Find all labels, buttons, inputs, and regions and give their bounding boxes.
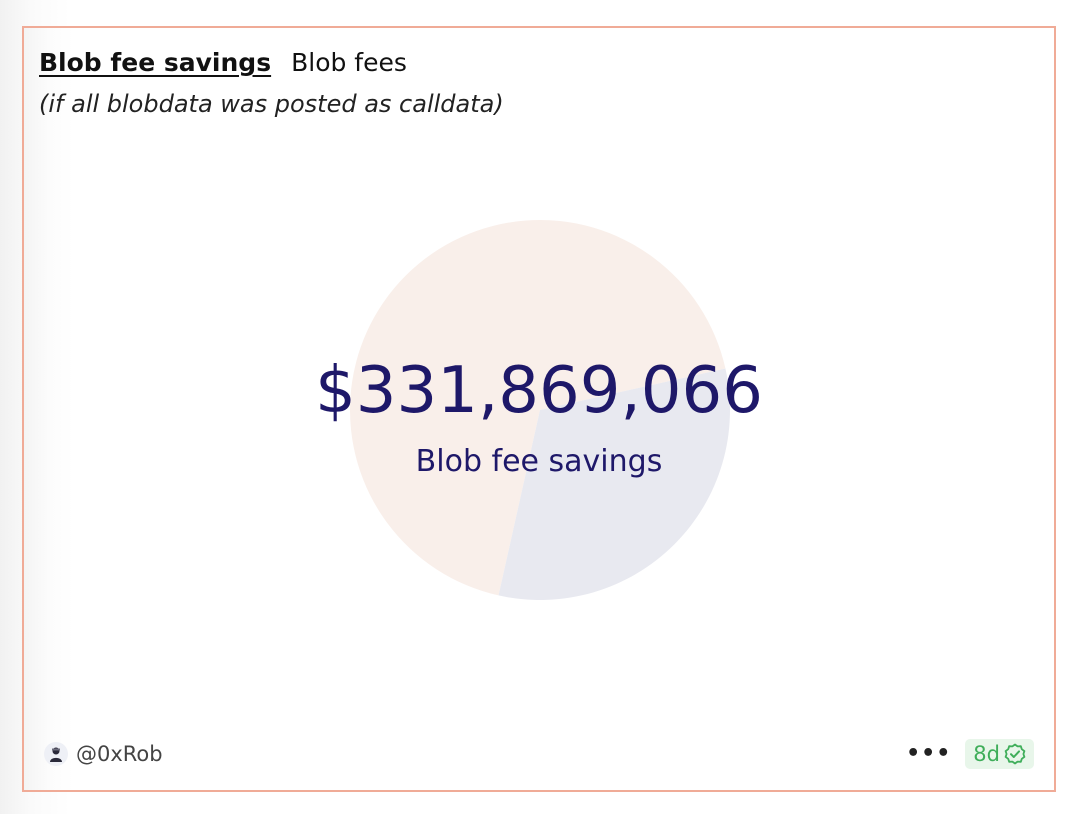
counter-label: Blob fee savings <box>415 444 663 479</box>
check-circle-icon <box>1004 743 1026 765</box>
counter-value: $331,869,066 <box>315 354 763 428</box>
ellipsis-icon[interactable]: ••• <box>906 743 951 765</box>
avatar <box>44 742 68 766</box>
widget-card: Blob fee savings Blob fees (if all blobd… <box>22 26 1056 792</box>
author[interactable]: @0xRob <box>44 742 163 766</box>
footer-actions: ••• 8d <box>906 739 1034 769</box>
author-handle: @0xRob <box>76 742 163 766</box>
user-avatar-icon <box>50 747 62 762</box>
page: Blob fee savings Blob fees (if all blobd… <box>0 0 1076 814</box>
age-text: 8d <box>973 742 1000 766</box>
age-badge: 8d <box>965 739 1034 769</box>
